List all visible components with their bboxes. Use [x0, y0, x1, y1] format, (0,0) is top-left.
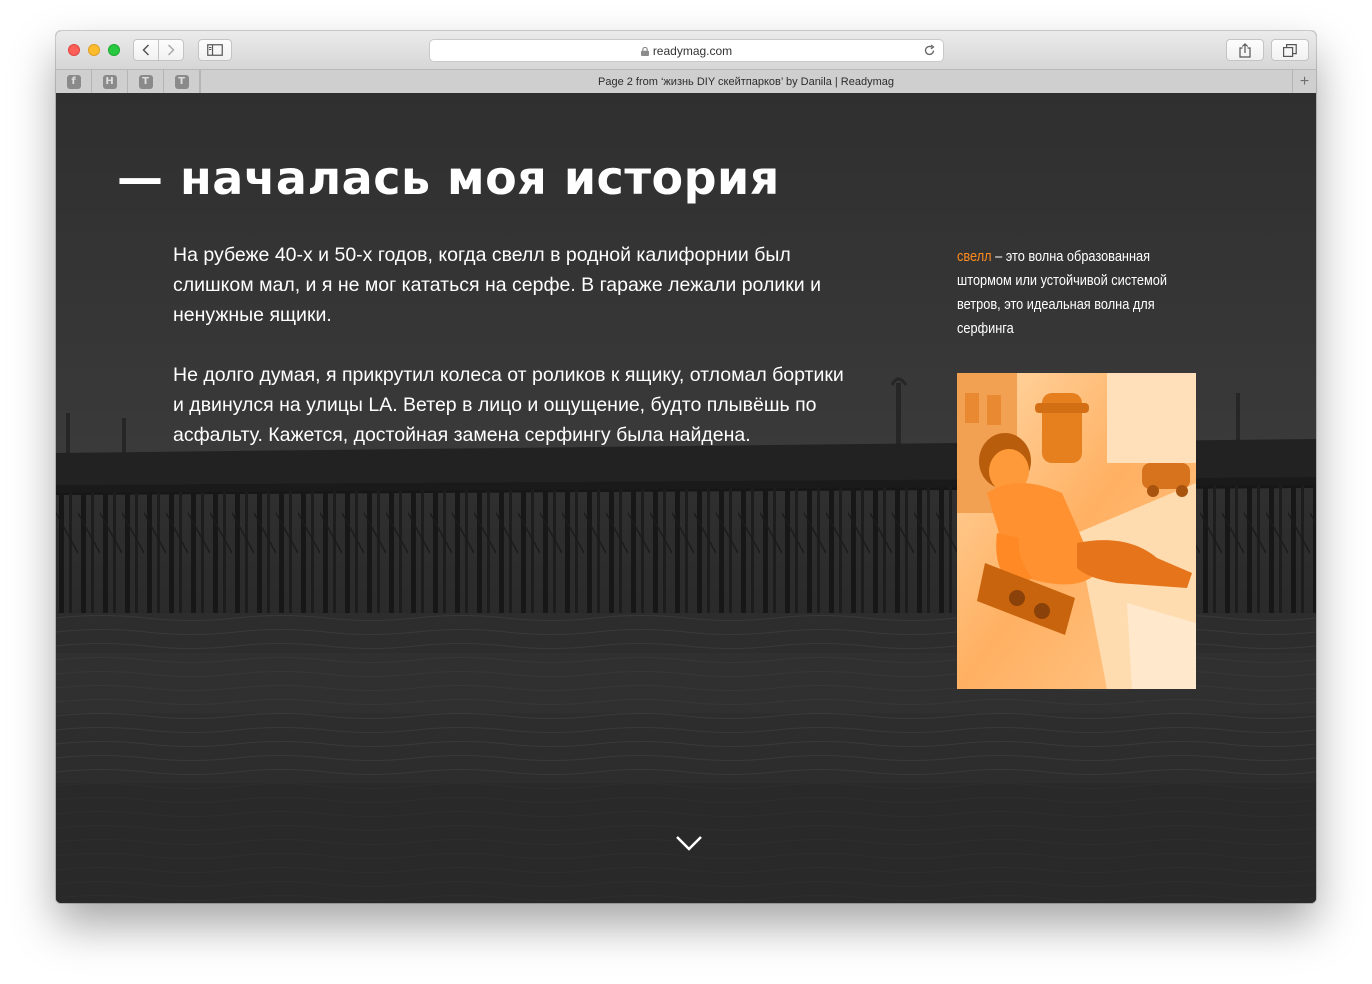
share-button[interactable] [1226, 39, 1264, 61]
swell-term: свелл [957, 249, 992, 265]
favorite-habr[interactable]: H [92, 70, 128, 93]
facebook-icon: f [66, 74, 81, 89]
show-tabs-button[interactable] [1271, 39, 1309, 61]
browser-toolbar: readymag.com [56, 31, 1316, 70]
favorite-t-1[interactable]: T [128, 70, 164, 93]
plus-icon: + [1299, 72, 1310, 90]
back-button[interactable] [133, 39, 159, 61]
favorite-facebook[interactable]: f [56, 70, 92, 93]
story-paragraph-2: Не долго думая, я прикрутил колеса от ро… [173, 364, 844, 446]
chevron-left-icon [142, 44, 150, 56]
tab-bar: f H T T Page 2 from ‘жизнь DIY скейтпарк… [56, 70, 1316, 94]
boy-skateboard-photo [957, 373, 1196, 689]
t-icon: T [138, 74, 153, 89]
active-tab[interactable]: Page 2 from ‘жизнь DIY скейтпарков’ by D… [200, 70, 1291, 93]
share-icon [1239, 42, 1251, 58]
t-icon: T [174, 74, 189, 89]
tab-title: Page 2 from ‘жизнь DIY скейтпарков’ by D… [598, 75, 894, 88]
forward-button[interactable] [158, 39, 184, 61]
reload-icon[interactable] [923, 44, 936, 57]
habr-icon: H [102, 74, 117, 89]
address-text: readymag.com [652, 43, 733, 58]
favorite-t-2[interactable]: T [164, 70, 200, 93]
chevron-right-icon [167, 44, 175, 56]
zoom-window-button[interactable] [108, 44, 120, 56]
close-window-button[interactable] [68, 44, 80, 56]
scroll-down-button[interactable] [674, 833, 704, 853]
page-headline: — началась моя история [117, 151, 780, 205]
new-tab-button[interactable]: + [1292, 70, 1316, 93]
minimize-window-button[interactable] [88, 44, 100, 56]
browser-window: readymag.com f H T T Page 2 from ‘жизнь … [56, 31, 1316, 903]
sidebar-toggle-button[interactable] [198, 39, 232, 61]
chevron-down-icon [676, 836, 702, 851]
lock-icon [640, 47, 649, 56]
story-paragraph-1: На рубеже 40-х и 50-х годов, когда свелл… [173, 244, 821, 326]
swell-definition-note: свелл – это волна образованная штормом и… [957, 245, 1173, 341]
sidebar-icon [207, 44, 223, 56]
page-content: — началась моя история На рубеже 40-х и … [56, 93, 1316, 903]
tabs-overview-icon [1283, 43, 1297, 57]
address-bar[interactable]: readymag.com [429, 39, 944, 62]
